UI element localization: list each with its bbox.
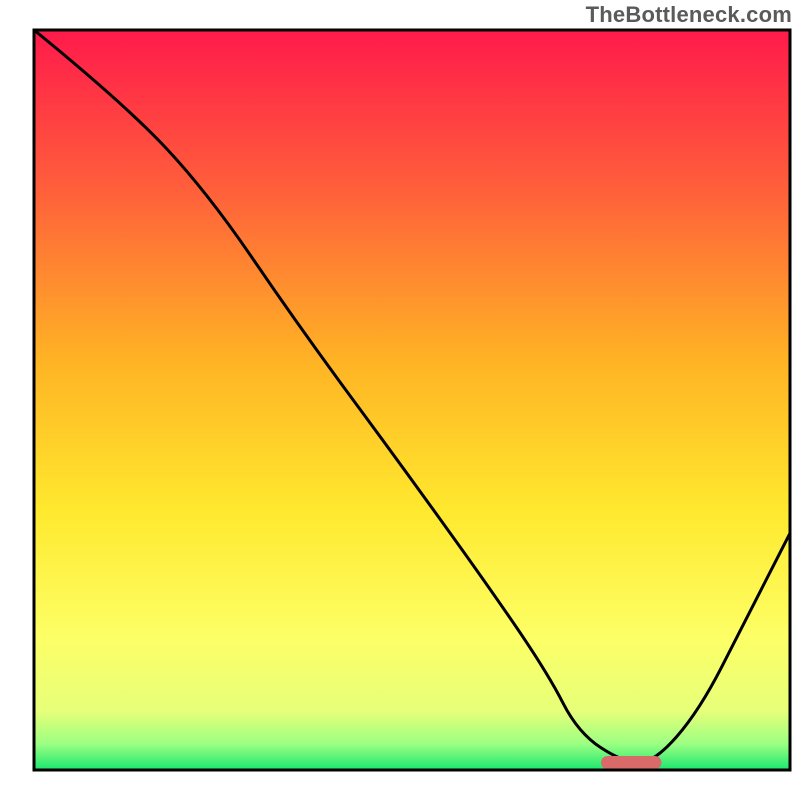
background-gradient: [34, 30, 790, 770]
watermark-text: TheBottleneck.com: [586, 2, 792, 28]
chart-container: TheBottleneck.com: [0, 0, 800, 800]
bottleneck-chart: [0, 0, 800, 800]
target-range-marker: [601, 756, 661, 769]
